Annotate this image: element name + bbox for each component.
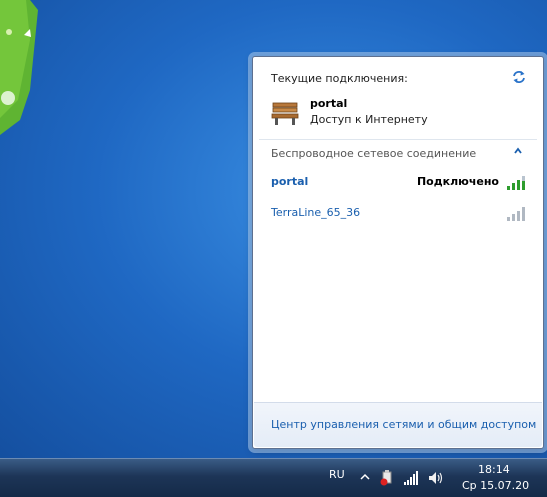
network-tray-icon[interactable] (402, 469, 420, 487)
network-item-terraline[interactable]: TerraLine_65_36 (261, 202, 535, 224)
speaker-icon[interactable] (426, 469, 444, 487)
network-item-portal[interactable]: portal Подключено (261, 171, 535, 193)
wifi-signal-icon (507, 176, 525, 190)
flyout-footer: Центр управления сетями и общим доступом (254, 402, 542, 447)
clock-date[interactable]: Ср 15.07.20 (462, 479, 529, 492)
network-sharing-center-link[interactable]: Центр управления сетями и общим доступом (271, 418, 536, 431)
network-name: portal (271, 175, 309, 188)
wireless-section-header: Беспроводное сетевое соединение (271, 147, 477, 160)
language-indicator[interactable]: RU (329, 468, 345, 481)
current-connection-status: Доступ к Интернету (310, 113, 428, 126)
refresh-icon[interactable] (511, 69, 527, 85)
wifi-signal-icon (507, 207, 525, 221)
current-connections-title: Текущие подключения: (271, 72, 408, 85)
clock-time[interactable]: 18:14 (478, 463, 510, 476)
network-name: TerraLine_65_36 (271, 206, 361, 219)
chevron-up-icon[interactable] (512, 145, 524, 157)
network-status: Подключено (416, 175, 499, 188)
safely-remove-hardware-icon[interactable] (378, 469, 396, 487)
desktop-wallpaper-art (0, 0, 38, 135)
current-connection-name: portal (310, 97, 348, 110)
network-flyout: Текущие подключения: portal Доступ к Инт… (252, 56, 544, 449)
bench-network-icon (271, 102, 299, 125)
section-divider (259, 139, 537, 140)
taskbar: RU 18:14 Ср 15.07.20 (0, 458, 547, 497)
show-hidden-icons-arrow-icon[interactable] (356, 469, 374, 487)
